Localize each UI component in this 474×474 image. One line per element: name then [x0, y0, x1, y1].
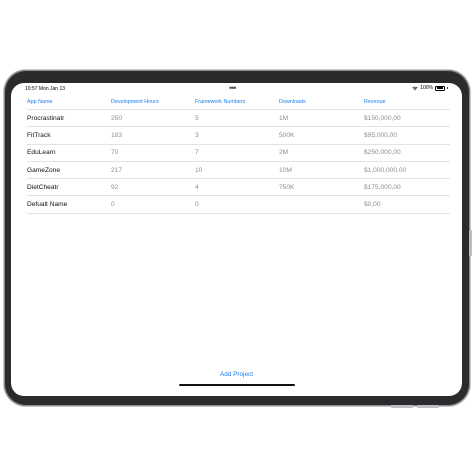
- cell-revenue: $1,000,000,00: [364, 166, 407, 174]
- home-indicator[interactable]: [179, 384, 295, 387]
- cell-app-name: GameZone: [27, 166, 60, 174]
- cell-framework-numbers: 7: [195, 149, 199, 157]
- cell-development-hours: 183: [111, 131, 123, 139]
- cell-app-name: Procrastinatr: [27, 114, 65, 122]
- cell-downloads: 500K: [279, 131, 295, 139]
- table-row[interactable]: DietCheatr 92 4 750K $175,000,00: [27, 179, 450, 197]
- volume-down-button: [417, 405, 439, 408]
- battery-percentage: 100%: [420, 85, 433, 91]
- table-row[interactable]: Defualt Name 0 0 $0,00: [27, 196, 450, 214]
- cell-development-hours: 217: [111, 166, 123, 174]
- cell-development-hours: 70: [111, 149, 119, 157]
- cell-framework-numbers: 10: [195, 166, 203, 174]
- cell-revenue: $95,000,00: [364, 131, 398, 139]
- cell-revenue: $0,00: [364, 201, 381, 209]
- ipad-screen: 10:57 Mon Jan 13 ••• 100% App Name Devel…: [11, 83, 462, 396]
- cell-downloads: 750K: [279, 183, 295, 191]
- status-bar: 10:57 Mon Jan 13 ••• 100%: [11, 83, 462, 95]
- table-row[interactable]: GameZone 217 10 10M $1,000,000,00: [27, 162, 450, 180]
- projects-table: App Name Development Hours Framework Num…: [27, 95, 450, 214]
- cell-downloads: 10M: [279, 166, 292, 174]
- header-development-hours[interactable]: Development Hours: [111, 95, 159, 109]
- cell-development-hours: 92: [111, 183, 119, 191]
- cell-app-name: DietCheatr: [27, 183, 59, 191]
- cell-development-hours: 250: [111, 114, 123, 122]
- cell-revenue: $150,000,00: [364, 114, 401, 122]
- add-project-button[interactable]: Add Project: [11, 371, 462, 378]
- table-header-row: App Name Development Hours Framework Num…: [27, 95, 450, 110]
- cell-downloads: 2M: [279, 149, 289, 157]
- status-right-group: 100%: [412, 85, 448, 91]
- cell-framework-numbers: 3: [195, 131, 199, 139]
- cell-downloads: 1M: [279, 114, 289, 122]
- table-row[interactable]: Procrastinatr 250 5 1M $150,000,00: [27, 110, 450, 128]
- header-framework-numbers[interactable]: Framework Numbers: [195, 95, 245, 109]
- cell-app-name: Defualt Name: [27, 201, 68, 209]
- battery-icon: [435, 85, 445, 91]
- wifi-icon: [412, 86, 418, 90]
- side-button: [469, 230, 472, 256]
- cell-revenue: $250,000,00: [364, 149, 401, 157]
- table-row[interactable]: FitTrack 183 3 500K $95,000,00: [27, 127, 450, 145]
- cell-development-hours: 0: [111, 201, 115, 209]
- status-time-date: 10:57 Mon Jan 13: [25, 86, 65, 92]
- cell-app-name: FitTrack: [27, 131, 51, 139]
- header-app-name[interactable]: App Name: [27, 95, 52, 109]
- volume-up-button: [391, 405, 413, 408]
- cell-framework-numbers: 0: [195, 201, 199, 209]
- cell-app-name: EduLearn: [27, 149, 56, 157]
- status-time: 10:57: [25, 86, 38, 92]
- battery-tip-icon: [447, 87, 448, 89]
- header-revenue[interactable]: Revenue: [364, 95, 386, 109]
- multitasking-dots-icon[interactable]: •••: [229, 83, 237, 93]
- cell-framework-numbers: 5: [195, 114, 199, 122]
- cell-framework-numbers: 4: [195, 183, 199, 191]
- cell-revenue: $175,000,00: [364, 183, 401, 191]
- status-date: Mon Jan 13: [38, 86, 66, 92]
- header-downloads[interactable]: Downloads: [279, 95, 306, 109]
- table-row[interactable]: EduLearn 70 7 2M $250,000,00: [27, 145, 450, 162]
